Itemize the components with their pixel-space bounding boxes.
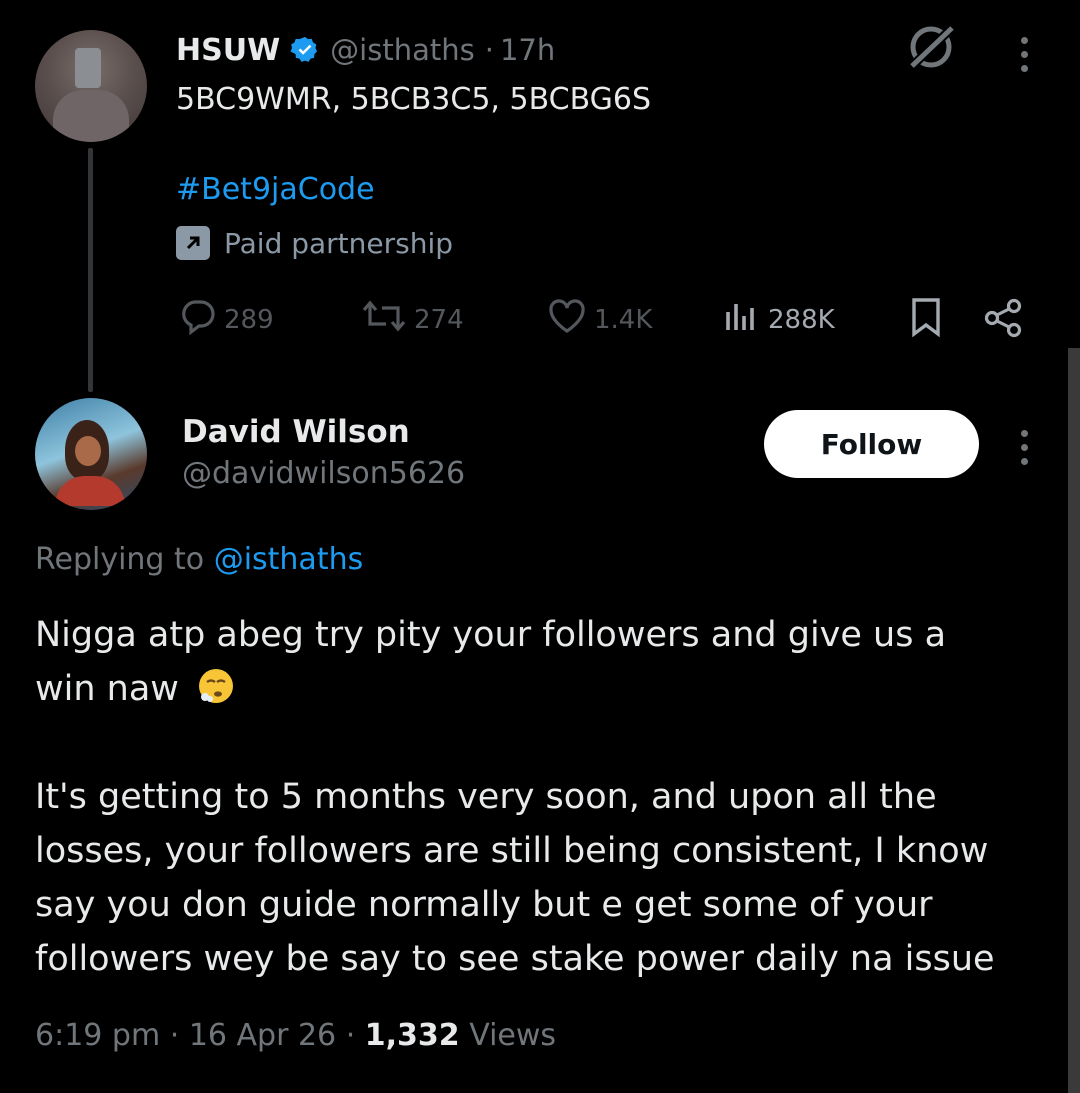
reply-meta: 6:19 pm · 16 Apr 26 · 1,332 Views — [35, 1018, 556, 1053]
views-count: 288K — [768, 304, 835, 335]
replying-to-handle[interactable]: @isthaths — [214, 542, 364, 577]
paid-partnership-icon — [176, 226, 210, 260]
meta-dot-2: · — [345, 1018, 356, 1053]
retweet-button[interactable]: 274 — [360, 296, 464, 343]
separator-dot: · — [484, 33, 494, 67]
verified-badge-icon — [290, 35, 320, 65]
reply-text-line1: Nigga atp abeg try pity your followers a… — [35, 615, 947, 655]
reply-time[interactable]: 6:19 pm — [35, 1018, 160, 1053]
author-handle[interactable]: @isthaths — [330, 33, 475, 67]
views-button[interactable]: 288K — [722, 296, 835, 343]
reply-date[interactable]: 16 Apr 26 — [189, 1018, 336, 1053]
scrollbar[interactable] — [1068, 348, 1080, 1093]
reply-paragraph2-line4: followers wey be say to see stake power … — [35, 939, 995, 979]
retweet-count: 274 — [414, 304, 464, 335]
reply-icon — [178, 296, 218, 343]
replying-to-line: Replying to @isthaths — [35, 542, 363, 577]
author-name[interactable]: HSUW — [176, 33, 280, 68]
share-icon[interactable] — [982, 296, 1026, 344]
hsuw-avatar[interactable] — [35, 30, 147, 142]
meta-dot-1: · — [169, 1018, 180, 1053]
paid-partnership-row: Paid partnership — [176, 226, 453, 260]
more-icon[interactable] — [1018, 37, 1030, 72]
retweet-icon — [360, 296, 408, 343]
reply-views-label: Views — [469, 1018, 557, 1053]
reply-text-line2-row: win naw — [35, 662, 1065, 716]
reply-paragraph2-line1: It's getting to 5 months very soon, and … — [35, 777, 937, 817]
exhaling-emoji — [196, 666, 236, 706]
reply-text-line2: win naw — [35, 669, 179, 709]
reply-button[interactable]: 289 — [178, 296, 274, 343]
grok-icon[interactable] — [904, 20, 958, 74]
like-button[interactable]: 1.4K — [546, 296, 652, 343]
views-icon — [722, 296, 762, 343]
tweet-text: 5BC9WMR, 5BCB3C5, 5BCBG6S — [176, 82, 652, 117]
reply-text: Nigga atp abeg try pity your followers a… — [35, 608, 1065, 986]
tweet-time[interactable]: 17h — [500, 33, 555, 67]
follow-button[interactable]: Follow — [764, 410, 979, 478]
like-icon — [546, 296, 588, 343]
reply-author-handle[interactable]: @davidwilson5626 — [182, 456, 465, 491]
paid-partnership-label: Paid partnership — [224, 226, 454, 260]
reply-paragraph2-line3: say you don guide normally but e get som… — [35, 885, 933, 925]
like-count: 1.4K — [594, 304, 653, 335]
reply-paragraph2-line2: losses, your followers are still being c… — [35, 831, 989, 871]
thread-connector-line — [88, 148, 93, 392]
hashtag-link[interactable]: #Bet9jaCode — [176, 172, 375, 207]
reply-author-name[interactable]: David Wilson — [182, 414, 410, 450]
reply-count: 289 — [224, 304, 274, 335]
reply-more-icon[interactable] — [1018, 430, 1030, 465]
reply-views-count: 1,332 — [364, 1018, 460, 1053]
david-wilson-avatar[interactable] — [35, 398, 147, 510]
replying-to-prefix: Replying to — [35, 542, 205, 577]
tweet-header: HSUW @isthaths · 17h — [176, 30, 555, 70]
bookmark-icon[interactable] — [906, 296, 946, 344]
